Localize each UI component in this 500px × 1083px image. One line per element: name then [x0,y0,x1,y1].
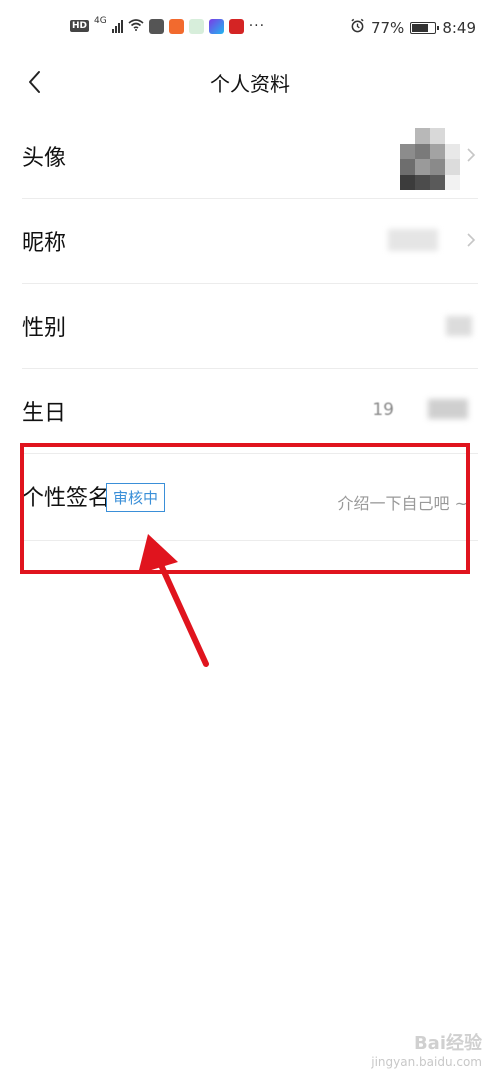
avatar [400,128,460,190]
nickname-value-redacted [388,229,438,251]
clock: 8:49 [442,18,476,37]
app-notification-icon [148,18,164,34]
avatar-row[interactable]: 头像 [22,114,478,199]
signature-row[interactable]: 个性签名 审核中 介绍一下自己吧 ~ [22,454,478,541]
alarm-icon [350,18,365,37]
app-notification-icon [228,18,244,34]
battery-icon [410,21,440,34]
app-notification-icon [188,18,204,34]
watermark-logo: Bai经验 [413,1033,482,1055]
app-notification-icon [208,18,224,34]
watermark-url: jingyan.baidu.com [371,1054,482,1069]
signature-label: 个性签名 [22,486,111,511]
status-bar: HD 4G ··· 77% 8:49 [0,0,500,56]
arrow-annotation [138,534,209,667]
row-label: 头像 [22,146,67,171]
page-title: 个人资料 [210,72,290,96]
nickname-row[interactable]: 昵称 [22,199,478,284]
signature-placeholder: 介绍一下自己吧 ~ [337,494,469,513]
status-bar-left: HD 4G ··· [70,16,266,34]
row-label: 个性签名 审核中 [22,480,166,514]
more-notifications: ··· [248,18,266,34]
battery-percent: 77% [370,18,405,37]
hd-icon: HD [70,20,90,32]
header: 个人资料 [0,56,500,108]
gender-row[interactable]: 性别 [22,284,478,369]
birthday-value-redacted [428,399,468,419]
gender-value-redacted [446,316,472,336]
review-status-badge: 审核中 [106,482,166,512]
watermark: Bai经验 jingyan.baidu.com [371,1033,482,1069]
chevron-right-icon [467,148,476,162]
app-notification-icon [168,18,184,34]
wifi-icon [128,18,144,34]
row-label: 昵称 [22,231,67,256]
row-label: 生日 [22,401,67,426]
status-bar-right: 77% 8:49 [350,18,476,37]
network-type: 4G [94,16,107,26]
birthday-row[interactable]: 生日 19 [22,369,478,454]
signal-icon [111,19,123,33]
row-label: 性别 [22,316,67,341]
profile-list: 头像 昵称 性别 生日 19 个性签名 审核中 介绍一下自己吧 ~ [0,114,500,541]
birthday-value: 19 [372,400,394,420]
chevron-right-icon [467,233,476,247]
